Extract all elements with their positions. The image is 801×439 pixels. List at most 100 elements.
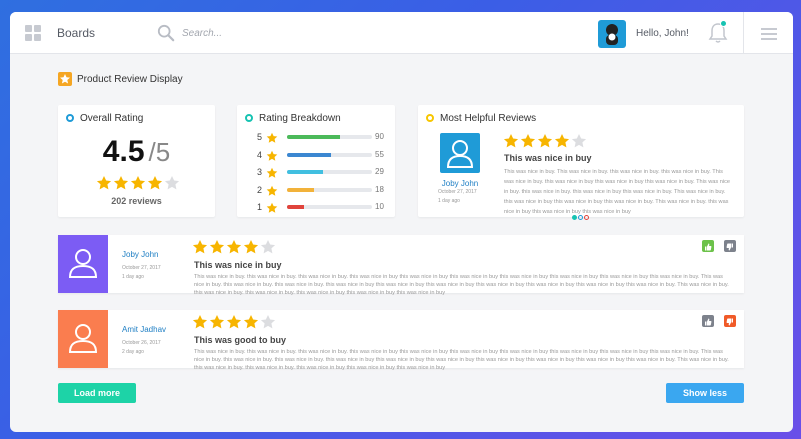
star-icon — [520, 133, 536, 149]
star-icon — [226, 314, 242, 330]
app-window: Boards Hello, John! Product Review Displ… — [10, 12, 793, 432]
review-stars — [192, 314, 277, 335]
review-age: 1 day ago — [122, 274, 144, 280]
rating-bar-fill — [287, 170, 323, 174]
rating-level: 1 — [257, 202, 263, 212]
rating-count: 18 — [375, 184, 384, 194]
breakdown-row: 5 90 — [257, 131, 387, 143]
overall-rating-card: Overall Rating 4.5/5 202 reviews — [58, 105, 215, 217]
star-icon — [130, 175, 146, 191]
carousel-dot[interactable] — [584, 215, 589, 220]
overall-stars — [96, 175, 181, 196]
star-icon — [243, 239, 259, 255]
header-divider — [743, 12, 744, 54]
review-body: This was nice in buy. this was nice in b… — [194, 349, 729, 371]
carousel-dot[interactable] — [578, 215, 583, 220]
rating-level: 3 — [257, 167, 263, 177]
star-icon — [260, 239, 276, 255]
rating-bar-fill — [287, 152, 332, 157]
thumbs-down-icon[interactable] — [724, 240, 736, 252]
star-badge-icon — [58, 72, 72, 86]
search-input[interactable] — [182, 25, 382, 41]
star-icon — [113, 175, 129, 191]
reviewer-name[interactable]: Joby John — [122, 250, 158, 259]
rating-bar-fill — [287, 187, 315, 192]
menu-icon[interactable] — [761, 28, 777, 40]
review-item: Amit Jadhav October 26, 2017 2 day ago This… — [58, 310, 744, 371]
star-icon — [266, 149, 279, 167]
star-icon — [266, 201, 279, 219]
rating-bar — [287, 170, 372, 174]
thumbs-up-icon[interactable] — [702, 315, 714, 327]
reviews-count: 202 reviews — [111, 196, 162, 206]
star-icon — [503, 133, 519, 149]
rating-bar-fill — [287, 135, 340, 139]
overall-score: 4.5/5 — [102, 135, 171, 168]
breakdown-row: 4 55 — [257, 149, 387, 161]
thumbs-up-icon[interactable] — [702, 240, 714, 252]
review-stars — [192, 239, 277, 260]
most-helpful-heading: Most Helpful Reviews — [426, 113, 536, 124]
notification-dot — [720, 20, 727, 27]
review-title: This was nice in buy — [504, 153, 592, 163]
user-icon — [58, 310, 108, 368]
most-helpful-card: Most Helpful Reviews Joby John October 2… — [418, 105, 744, 220]
star-icon — [260, 314, 276, 330]
rating-count: 29 — [375, 167, 384, 176]
star-icon — [266, 166, 279, 184]
rating-level: 5 — [257, 132, 263, 142]
star-icon — [266, 131, 279, 149]
rating-bar-fill — [287, 205, 304, 209]
show-less-button[interactable]: Show less — [666, 383, 744, 403]
carousel-dot[interactable] — [572, 215, 577, 220]
review-stars — [503, 133, 588, 154]
star-icon — [266, 184, 279, 202]
star-icon — [226, 239, 242, 255]
review-item: Joby John October 27, 2017 1 day ago This w… — [58, 235, 744, 296]
review-date: October 27, 2017 — [438, 189, 477, 195]
user-avatar[interactable] — [598, 20, 626, 48]
load-more-button[interactable]: Load more — [58, 383, 136, 403]
rating-breakdown-heading: Rating Breakdown — [245, 113, 341, 124]
star-icon — [147, 175, 163, 191]
star-icon — [96, 175, 112, 191]
rating-count: 90 — [375, 132, 384, 141]
reviewer-name[interactable]: Joby John — [428, 179, 492, 188]
rating-count: 10 — [375, 202, 384, 211]
ring-icon — [245, 114, 253, 122]
star-icon — [192, 239, 208, 255]
user-icon — [440, 133, 480, 173]
rating-level: 2 — [257, 184, 263, 195]
breakdown-row: 2 18 — [257, 184, 387, 196]
brand-title: Boards — [57, 26, 96, 40]
review-age: 1 day ago — [438, 198, 460, 204]
review-title: This was good to buy — [194, 335, 286, 345]
star-icon — [537, 133, 553, 149]
star-icon — [192, 314, 208, 330]
ring-icon — [426, 114, 434, 122]
rating-breakdown-card: Rating Breakdown 5 90 4 55 3 29 2 18 1 10 — [237, 105, 395, 217]
star-icon — [243, 314, 259, 330]
star-icon — [554, 133, 570, 149]
rating-bar — [287, 152, 372, 157]
review-date: October 26, 2017 — [122, 340, 161, 346]
rating-level: 4 — [257, 149, 263, 160]
user-icon — [58, 235, 108, 293]
search-icon[interactable] — [157, 24, 175, 42]
star-icon — [209, 239, 225, 255]
review-body: This was nice in buy. This was nice in b… — [504, 169, 731, 215]
thumbs-down-icon[interactable] — [724, 315, 736, 327]
overall-rating-heading: Overall Rating — [66, 113, 143, 124]
review-body: This was nice in buy. this was nice in b… — [194, 274, 729, 296]
review-title: This was nice in buy — [194, 260, 282, 270]
rating-bar — [287, 135, 372, 139]
breakdown-row: 3 29 — [257, 166, 387, 178]
star-icon — [209, 314, 225, 330]
review-date: October 27, 2017 — [122, 265, 161, 271]
reviewer-name[interactable]: Amit Jadhav — [122, 325, 166, 334]
grid-icon[interactable] — [25, 25, 41, 41]
star-icon — [164, 175, 180, 191]
carousel-dots[interactable] — [572, 207, 590, 225]
user-greeting: Hello, John! — [636, 28, 689, 39]
rating-count: 55 — [375, 149, 384, 159]
